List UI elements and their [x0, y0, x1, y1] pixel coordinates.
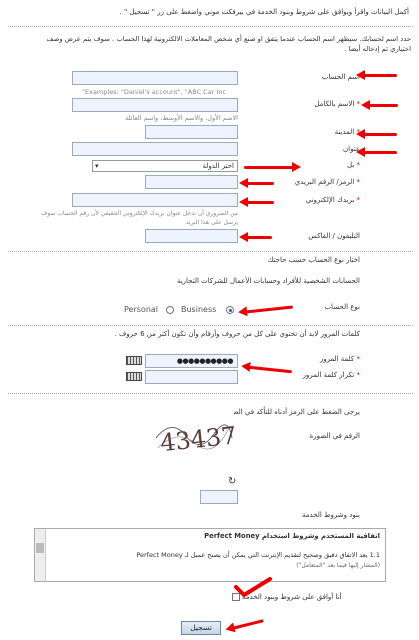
captcha-label: الرقم في الصورة [309, 432, 360, 440]
zip-label-text: الرمز/ الرقم البريدي [294, 178, 355, 186]
address-label: عنوان [300, 145, 360, 153]
account-type-label: نوع الحساب [324, 303, 360, 311]
annotation-arrow [356, 147, 397, 157]
city-label: * المدينة [300, 128, 360, 136]
business-option-label: Business [181, 305, 217, 314]
divider [8, 26, 413, 27]
refresh-icon[interactable]: ↻ [228, 476, 236, 487]
account-note: حدد اسم لحسابك. سيظهر اسم الحساب عندما ي… [8, 34, 411, 54]
terms-line2: (المشار إليها فيما بعد "المتعامل") [296, 562, 380, 569]
annotation-arrow [239, 232, 272, 242]
captcha-image: 43437 [152, 408, 238, 466]
business-radio[interactable] [226, 306, 234, 314]
password-label-text: كلمة المرور [319, 355, 355, 363]
full-name-label: * الاسم بالكامل [314, 100, 360, 108]
annotation-arrow [244, 305, 294, 314]
country-select[interactable]: ▾ اختر الدولة [92, 160, 238, 172]
divider [8, 251, 413, 252]
phone-label: التليفون / الفاكس [270, 232, 360, 240]
password-rule: كلمات المرور لابد أن تحتوي على كل من حرو… [114, 330, 360, 338]
email-hint-line2: يرسل على هذا البريد [185, 219, 238, 226]
account-name-placeholder: "Examples: "Daniel's account", "ABC Car … [82, 88, 227, 96]
email-input[interactable] [72, 193, 238, 207]
zip-label: * الرمز/ الرقم البريدي [294, 178, 360, 186]
city-label-text: المدينة [334, 128, 355, 136]
account-type-desc: الحسابات الشخصية للأفراد وحسابات الأعمال… [176, 277, 360, 285]
full-name-hint: الاسم الأول، والاسم الأوسط، واسم العائلة [125, 114, 238, 122]
personal-radio[interactable] [166, 306, 174, 314]
country-label: * بل [347, 161, 360, 169]
full-name-input[interactable] [72, 98, 238, 112]
annotation-arrow [356, 70, 397, 80]
password-input[interactable]: ●●●●●●●●●● [145, 354, 238, 368]
register-button[interactable]: تسجيل [181, 621, 221, 635]
confirm-password-input[interactable] [145, 370, 238, 384]
account-name-input[interactable] [72, 71, 238, 85]
email-hint-line1: من الضروري أن تدخل عنوان بريدك الإلكترون… [40, 210, 238, 217]
personal-option-label: Personal [124, 305, 159, 314]
address-input[interactable] [72, 142, 238, 156]
password-value: ●●●●●●●●●● [176, 357, 234, 365]
annotation-arrow [361, 100, 398, 110]
annotation-arrow [232, 619, 264, 630]
password-label: * كلمة المرور [319, 355, 360, 363]
annotation-arrow [356, 129, 397, 139]
divider [8, 325, 413, 326]
virtual-keyboard-icon[interactable] [126, 372, 142, 381]
annotation-arrow [239, 178, 274, 188]
chevron-down-icon: ▾ [95, 162, 99, 170]
terms-line1: 1.1 يعد الاتفاق دقيق وصحيح لتقديم الإنتر… [136, 551, 380, 559]
captcha-text: 43437 [159, 421, 234, 457]
email-label-text: بريدك الإلكتروني [305, 196, 355, 204]
terms-title: اتفاقية المستخدم وشروط استخدام Perfect M… [204, 532, 380, 540]
checkmark-annotation-icon [234, 577, 272, 597]
country-select-value: اختر الدولة [202, 162, 235, 170]
annotation-arrow [247, 365, 293, 374]
account-note-line2: اختياري ثم إدخاله أيضا . [344, 45, 411, 53]
confirm-password-label-text: تكرار كلمة المرور [302, 371, 355, 379]
annotation-arrow [239, 197, 274, 207]
zip-input[interactable] [145, 175, 238, 189]
city-input[interactable] [145, 125, 238, 139]
annotation-arrow [244, 162, 301, 172]
terms-heading: بنود وشروط الخدمة [302, 511, 360, 519]
phone-input[interactable] [145, 229, 238, 243]
account-type-heading: اختار نوع الحساب حسب حاجتك [267, 256, 360, 264]
account-note-line1: حدد اسم لحسابك. سيظهر اسم الحساب عندما ي… [46, 35, 411, 43]
email-hint: من الضروري أن تدخل عنوان بريدك الإلكترون… [40, 209, 238, 227]
intro-text: أكمل البيانات واقرأ ويوافق على شروط وبنو… [119, 8, 409, 16]
account-name-label-text: اسم الحساب [321, 73, 360, 81]
terms-scrollbar[interactable] [35, 529, 46, 581]
account-name-label: اسم الحساب [300, 73, 360, 81]
terms-box[interactable]: اتفاقية المستخدم وشروط استخدام Perfect M… [34, 528, 386, 582]
divider [8, 393, 413, 394]
full-name-label-text: الاسم بالكامل [314, 100, 355, 108]
scrollbar-thumb[interactable] [36, 543, 44, 553]
email-label: * بريدك الإلكتروني [305, 196, 360, 204]
phone-label-text: التليفون / الفاكس [308, 232, 360, 240]
confirm-password-label: * تكرار كلمة المرور [302, 371, 360, 379]
captcha-input[interactable] [200, 490, 238, 504]
virtual-keyboard-icon[interactable] [126, 356, 142, 365]
